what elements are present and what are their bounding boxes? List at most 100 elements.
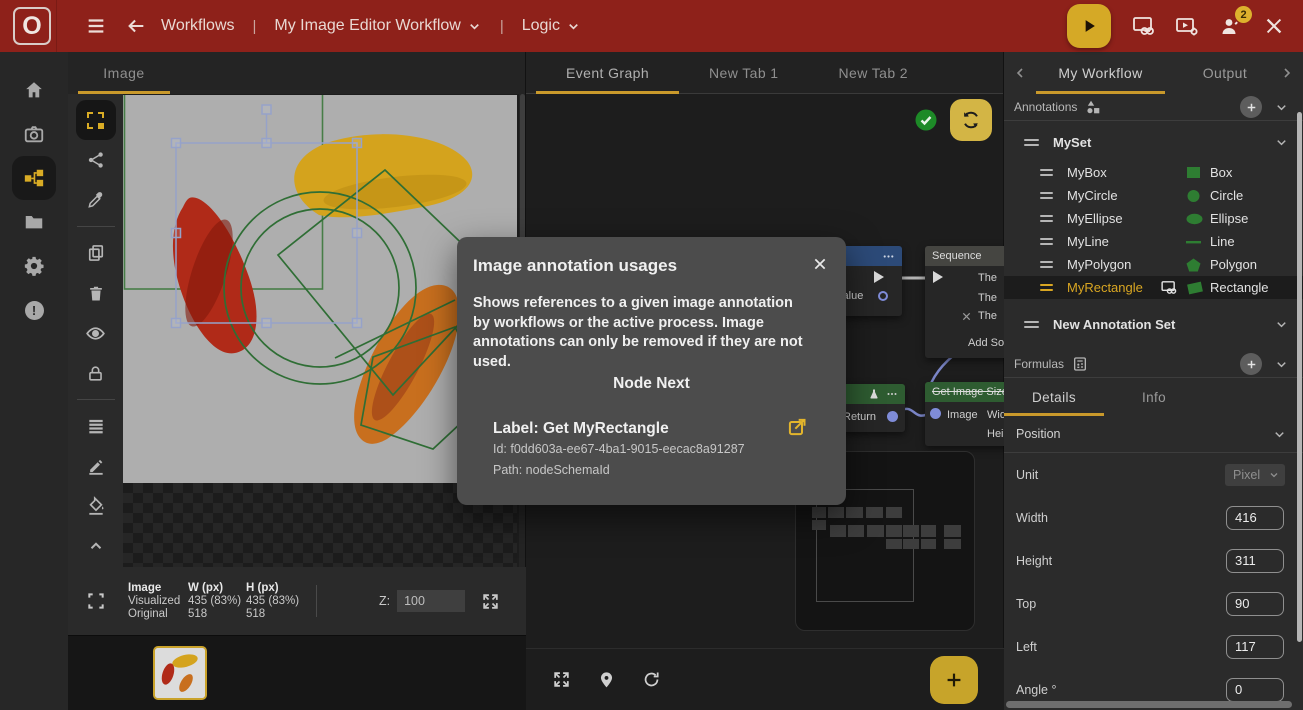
image-input-pin[interactable] xyxy=(930,408,941,422)
process-runner-button[interactable] xyxy=(1175,14,1199,38)
sidebar-item-alerts[interactable]: ! xyxy=(12,288,56,332)
node-sequence[interactable]: Sequence The The The Add Soc xyxy=(925,246,1004,358)
image-panel-tabs: Image xyxy=(68,52,525,94)
height-input[interactable] xyxy=(1226,549,1284,573)
collapse-set-icon[interactable] xyxy=(1274,135,1289,150)
fit-to-view-button[interactable] xyxy=(86,591,106,611)
annotation-row-myrectangle[interactable]: MyRectangle Rectangle xyxy=(1004,276,1303,299)
tab-details[interactable]: Details xyxy=(1004,378,1104,416)
drag-handle-icon[interactable] xyxy=(1040,169,1053,176)
tabs-scroll-right[interactable] xyxy=(1271,65,1303,81)
add-node-button[interactable] xyxy=(930,656,978,704)
right-panel-vertical-scrollbar[interactable] xyxy=(1297,112,1302,642)
tool-column-collapse[interactable] xyxy=(76,526,116,566)
fullscreen-button[interactable] xyxy=(481,592,500,611)
sidebar-item-home[interactable] xyxy=(12,68,56,112)
users-button[interactable]: 2 xyxy=(1219,14,1243,38)
back-button[interactable] xyxy=(121,11,151,41)
menu-button[interactable] xyxy=(81,11,111,41)
refresh-graph-button[interactable] xyxy=(642,670,661,689)
tree-set-row[interactable]: MySet xyxy=(1004,129,1303,155)
collapse-set-icon[interactable] xyxy=(1274,317,1289,332)
top-input[interactable] xyxy=(1226,592,1284,616)
tool-layers-list[interactable] xyxy=(76,406,116,446)
sidebar-item-camera[interactable] xyxy=(12,112,56,156)
tool-share-nodes[interactable] xyxy=(76,140,116,180)
drag-handle-icon[interactable] xyxy=(1040,284,1053,291)
tab-output[interactable]: Output xyxy=(1179,52,1271,94)
sync-graph-button[interactable] xyxy=(950,99,992,141)
drag-handle-icon[interactable] xyxy=(1024,321,1039,328)
close-workspace-button[interactable] xyxy=(1263,15,1285,37)
locate-node-button[interactable] xyxy=(597,670,616,689)
node-get-image-size[interactable]: Get Image Size Image Wid Heig xyxy=(925,382,1004,446)
tool-copy[interactable] xyxy=(76,233,116,273)
annotation-row-myellipse[interactable]: MyEllipse Ellipse xyxy=(1004,207,1303,230)
node-menu-icon[interactable] xyxy=(882,250,895,263)
drag-handle-icon[interactable] xyxy=(1040,192,1053,199)
active-tab-underline xyxy=(536,91,679,94)
tab-info[interactable]: Info xyxy=(1104,378,1204,416)
angle-input[interactable] xyxy=(1226,678,1284,702)
annotation-row-mycircle[interactable]: MyCircle Circle xyxy=(1004,184,1303,207)
expand-arrows-icon xyxy=(552,670,571,689)
left-input[interactable] xyxy=(1226,635,1284,659)
add-socket-button[interactable]: Add Soc xyxy=(968,337,1004,349)
image-thumbnail[interactable] xyxy=(153,646,207,700)
run-button[interactable] xyxy=(1067,4,1111,48)
dialog-close-button[interactable] xyxy=(812,256,828,272)
minimap-node xyxy=(830,525,846,537)
fit-graph-button[interactable] xyxy=(552,670,571,689)
sidebar-item-settings[interactable] xyxy=(12,244,56,288)
add-formula-button[interactable] xyxy=(1240,353,1262,375)
tab-image[interactable]: Image xyxy=(78,52,170,94)
remove-socket-icon[interactable] xyxy=(961,311,972,322)
drag-handle-icon[interactable] xyxy=(1040,238,1053,245)
tool-select-region[interactable] xyxy=(76,100,116,140)
exec-output-pin[interactable] xyxy=(874,271,884,286)
add-annotation-set-button[interactable] xyxy=(1240,96,1262,118)
right-panel-horizontal-scrollbar[interactable] xyxy=(1006,701,1292,708)
left-sidebar: ! xyxy=(0,52,68,710)
tab-new-tab-1[interactable]: New Tab 1 xyxy=(679,52,809,94)
tool-annotate-pen[interactable] xyxy=(76,446,116,486)
drag-handle-icon[interactable] xyxy=(1040,215,1053,222)
tree-new-set-row[interactable]: New Annotation Set xyxy=(1004,311,1303,337)
collapse-annotations-icon[interactable] xyxy=(1270,100,1293,115)
width-input[interactable] xyxy=(1226,506,1284,530)
exec-input-pin[interactable] xyxy=(933,271,943,286)
annotation-row-mybox[interactable]: MyBox Box xyxy=(1004,161,1303,184)
tab-image-label: Image xyxy=(103,65,144,81)
tab-my-workflow[interactable]: My Workflow xyxy=(1036,52,1165,94)
value-output-pin[interactable] xyxy=(878,291,888,304)
drag-handle-icon[interactable] xyxy=(1024,139,1039,146)
references-icon[interactable] xyxy=(1160,279,1177,296)
tab-event-graph[interactable]: Event Graph xyxy=(536,52,679,94)
annotation-row-mypolygon[interactable]: MyPolygon Polygon xyxy=(1004,253,1303,276)
tool-lock[interactable] xyxy=(76,353,116,393)
tool-eyedropper[interactable] xyxy=(76,180,116,220)
zoom-input[interactable] xyxy=(397,590,465,612)
return-output-pin[interactable] xyxy=(887,411,898,425)
tabs-scroll-left[interactable] xyxy=(1004,65,1036,81)
workflow-references-button[interactable] xyxy=(1131,14,1155,38)
breadcrumb-workflows[interactable]: Workflows xyxy=(161,17,235,35)
tool-delete[interactable] xyxy=(76,273,116,313)
node-id: Id: f0dd603a-ee67-4ba1-9015-eecac8a91287 xyxy=(493,442,745,456)
annotation-row-myline[interactable]: MyLine Line xyxy=(1004,230,1303,253)
tool-fill-bucket[interactable] xyxy=(76,486,116,526)
node-menu-icon[interactable] xyxy=(886,388,898,400)
app-logo[interactable]: O xyxy=(13,7,51,45)
section-dropdown[interactable]: Logic xyxy=(522,17,581,35)
workflow-name-dropdown[interactable]: My Image Editor Workflow xyxy=(274,17,481,35)
unit-select[interactable]: Pixel xyxy=(1225,464,1285,486)
position-section-header[interactable]: Position xyxy=(1004,416,1303,452)
sidebar-item-workflows[interactable] xyxy=(12,156,56,200)
collapse-position-icon[interactable] xyxy=(1268,427,1291,442)
sidebar-item-files[interactable] xyxy=(12,200,56,244)
open-node-button[interactable] xyxy=(787,417,807,437)
collapse-formulas-icon[interactable] xyxy=(1270,357,1293,372)
tool-visibility[interactable] xyxy=(76,313,116,353)
drag-handle-icon[interactable] xyxy=(1040,261,1053,268)
tab-new-tab-2[interactable]: New Tab 2 xyxy=(809,52,939,94)
